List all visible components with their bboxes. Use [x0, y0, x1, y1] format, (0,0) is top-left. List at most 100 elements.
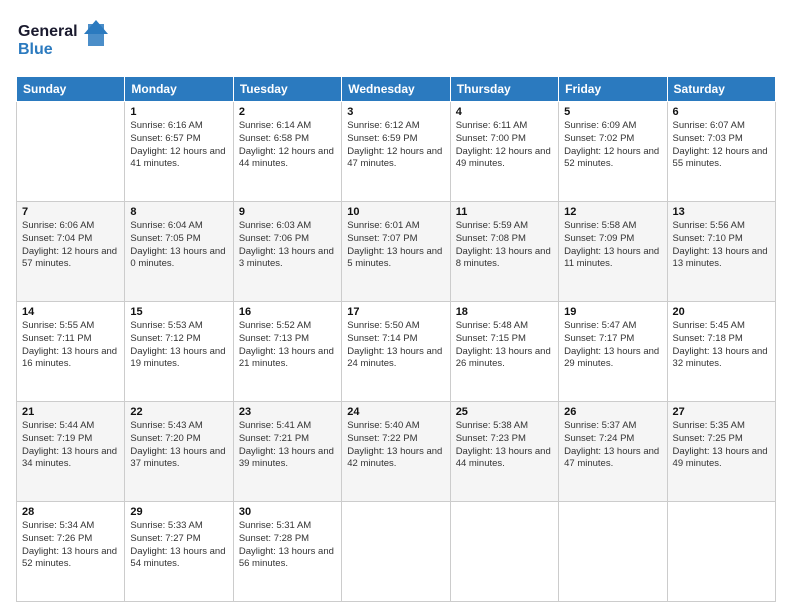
weekday-header: Friday [559, 77, 667, 102]
day-number: 8 [130, 206, 227, 218]
calendar-cell: 30 Sunrise: 5:31 AMSunset: 7:28 PMDayligh… [233, 502, 341, 602]
cell-info: Sunrise: 6:12 AMSunset: 6:59 PMDaylight:… [347, 120, 444, 171]
calendar-cell: 17Sunrise: 5:50 AMSunset: 7:14 PMDayligh… [342, 302, 450, 402]
cell-info: Sunrise: 6:16 AMSunset: 6:57 PMDaylight:… [130, 120, 227, 171]
day-number: 10 [347, 206, 444, 218]
calendar-cell [559, 502, 667, 602]
cell-info: Sunrise: 5:41 AMSunset: 7:21 PMDaylight:… [239, 420, 336, 471]
day-number: 23 [239, 406, 336, 418]
calendar-cell [450, 502, 558, 602]
svg-text:Blue: Blue [18, 41, 53, 58]
cell-info: Sunrise: 5:44 AMSunset: 7:19 PMDaylight:… [22, 420, 119, 471]
day-number: 5 [564, 106, 661, 118]
weekday-header: Wednesday [342, 77, 450, 102]
calendar-table: SundayMondayTuesdayWednesdayThursdayFrid… [16, 76, 776, 602]
calendar-cell: 15Sunrise: 5:53 AMSunset: 7:12 PMDayligh… [125, 302, 233, 402]
cell-info: Sunrise: 5:45 AMSunset: 7:18 PMDaylight:… [673, 320, 770, 371]
day-number: 17 [347, 306, 444, 318]
calendar-cell: 4Sunrise: 6:11 AMSunset: 7:00 PMDaylight… [450, 102, 558, 202]
page: General Blue SundayMondayTuesdayWednesda… [0, 0, 792, 612]
calendar-cell: 11 Sunrise: 5:59 AMSunset: 7:08 PMDayligh… [450, 202, 558, 302]
calendar-week-row: 28 Sunrise: 5:34 AMSunset: 7:26 PMDayligh… [17, 502, 776, 602]
calendar-header-row: SundayMondayTuesdayWednesdayThursdayFrid… [17, 77, 776, 102]
cell-info: Sunrise: 5:55 AMSunset: 7:11 PMDaylight:… [22, 320, 119, 371]
cell-info: Sunrise: 6:11 AMSunset: 7:00 PMDaylight:… [456, 120, 553, 171]
cell-info: Sunrise: 6:09 AMSunset: 7:02 PMDaylight:… [564, 120, 661, 171]
calendar-cell: 24 Sunrise: 5:40 AMSunset: 7:22 PMDayligh… [342, 402, 450, 502]
day-number: 6 [673, 106, 770, 118]
day-number: 9 [239, 206, 336, 218]
day-number: 12 [564, 206, 661, 218]
calendar-cell: 16 Sunrise: 5:52 AMSunset: 7:13 PMDayligh… [233, 302, 341, 402]
cell-info: Sunrise: 5:34 AMSunset: 7:26 PMDaylight:… [22, 520, 119, 571]
header: General Blue [16, 16, 776, 66]
day-number: 16 [239, 306, 336, 318]
calendar-cell: 8 Sunrise: 6:04 AMSunset: 7:05 PMDaylight… [125, 202, 233, 302]
cell-info: Sunrise: 5:58 AMSunset: 7:09 PMDaylight:… [564, 220, 661, 271]
calendar-cell: 13 Sunrise: 5:56 AMSunset: 7:10 PMDayligh… [667, 202, 775, 302]
cell-info: Sunrise: 5:43 AMSunset: 7:20 PMDaylight:… [130, 420, 227, 471]
cell-info: Sunrise: 5:59 AMSunset: 7:08 PMDaylight:… [456, 220, 553, 271]
calendar-cell: 12 Sunrise: 5:58 AMSunset: 7:09 PMDayligh… [559, 202, 667, 302]
calendar-week-row: 7Sunrise: 6:06 AMSunset: 7:04 PMDaylight… [17, 202, 776, 302]
calendar-cell: 20 Sunrise: 5:45 AMSunset: 7:18 PMDayligh… [667, 302, 775, 402]
calendar-cell: 3 Sunrise: 6:12 AMSunset: 6:59 PMDaylight… [342, 102, 450, 202]
cell-info: Sunrise: 6:04 AMSunset: 7:05 PMDaylight:… [130, 220, 227, 271]
calendar-week-row: 14 Sunrise: 5:55 AMSunset: 7:11 PMDayligh… [17, 302, 776, 402]
cell-info: Sunrise: 6:03 AMSunset: 7:06 PMDaylight:… [239, 220, 336, 271]
calendar-cell [667, 502, 775, 602]
cell-info: Sunrise: 5:40 AMSunset: 7:22 PMDaylight:… [347, 420, 444, 471]
calendar-week-row: 21 Sunrise: 5:44 AMSunset: 7:19 PMDayligh… [17, 402, 776, 502]
cell-info: Sunrise: 6:07 AMSunset: 7:03 PMDaylight:… [673, 120, 770, 171]
calendar-cell: 9 Sunrise: 6:03 AMSunset: 7:06 PMDaylight… [233, 202, 341, 302]
day-number: 7 [22, 206, 119, 218]
cell-info: Sunrise: 5:52 AMSunset: 7:13 PMDaylight:… [239, 320, 336, 371]
day-number: 21 [22, 406, 119, 418]
calendar-week-row: 1 Sunrise: 6:16 AMSunset: 6:57 PMDaylight… [17, 102, 776, 202]
cell-info: Sunrise: 5:33 AMSunset: 7:27 PMDaylight:… [130, 520, 227, 571]
cell-info: Sunrise: 6:14 AMSunset: 6:58 PMDaylight:… [239, 120, 336, 171]
weekday-header: Thursday [450, 77, 558, 102]
weekday-header: Tuesday [233, 77, 341, 102]
calendar-cell: 14 Sunrise: 5:55 AMSunset: 7:11 PMDayligh… [17, 302, 125, 402]
day-number: 3 [347, 106, 444, 118]
cell-info: Sunrise: 5:47 AMSunset: 7:17 PMDaylight:… [564, 320, 661, 371]
calendar-cell: 18 Sunrise: 5:48 AMSunset: 7:15 PMDayligh… [450, 302, 558, 402]
day-number: 27 [673, 406, 770, 418]
day-number: 11 [456, 206, 553, 218]
cell-info: Sunrise: 5:31 AMSunset: 7:28 PMDaylight:… [239, 520, 336, 571]
calendar-cell [342, 502, 450, 602]
day-number: 19 [564, 306, 661, 318]
day-number: 29 [130, 506, 227, 518]
calendar-cell: 21 Sunrise: 5:44 AMSunset: 7:19 PMDayligh… [17, 402, 125, 502]
cell-info: Sunrise: 5:38 AMSunset: 7:23 PMDaylight:… [456, 420, 553, 471]
cell-info: Sunrise: 5:48 AMSunset: 7:15 PMDaylight:… [456, 320, 553, 371]
day-number: 24 [347, 406, 444, 418]
weekday-header: Saturday [667, 77, 775, 102]
logo: General Blue [16, 16, 111, 66]
day-number: 18 [456, 306, 553, 318]
day-number: 25 [456, 406, 553, 418]
svg-text:General: General [18, 23, 78, 40]
calendar-cell: 7Sunrise: 6:06 AMSunset: 7:04 PMDaylight… [17, 202, 125, 302]
calendar-cell: 26Sunrise: 5:37 AMSunset: 7:24 PMDayligh… [559, 402, 667, 502]
day-number: 30 [239, 506, 336, 518]
calendar-cell: 22 Sunrise: 5:43 AMSunset: 7:20 PMDayligh… [125, 402, 233, 502]
day-number: 22 [130, 406, 227, 418]
cell-info: Sunrise: 5:35 AMSunset: 7:25 PMDaylight:… [673, 420, 770, 471]
calendar-cell: 19 Sunrise: 5:47 AMSunset: 7:17 PMDayligh… [559, 302, 667, 402]
calendar-cell: 6 Sunrise: 6:07 AMSunset: 7:03 PMDaylight… [667, 102, 775, 202]
day-number: 1 [130, 106, 227, 118]
cell-info: Sunrise: 5:56 AMSunset: 7:10 PMDaylight:… [673, 220, 770, 271]
calendar-cell: 10Sunrise: 6:01 AMSunset: 7:07 PMDayligh… [342, 202, 450, 302]
day-number: 28 [22, 506, 119, 518]
calendar-cell [17, 102, 125, 202]
calendar-cell: 2 Sunrise: 6:14 AMSunset: 6:58 PMDaylight… [233, 102, 341, 202]
calendar-cell: 29 Sunrise: 5:33 AMSunset: 7:27 PMDayligh… [125, 502, 233, 602]
cell-info: Sunrise: 5:53 AMSunset: 7:12 PMDaylight:… [130, 320, 227, 371]
day-number: 20 [673, 306, 770, 318]
day-number: 2 [239, 106, 336, 118]
calendar-cell: 28 Sunrise: 5:34 AMSunset: 7:26 PMDayligh… [17, 502, 125, 602]
day-number: 14 [22, 306, 119, 318]
day-number: 13 [673, 206, 770, 218]
